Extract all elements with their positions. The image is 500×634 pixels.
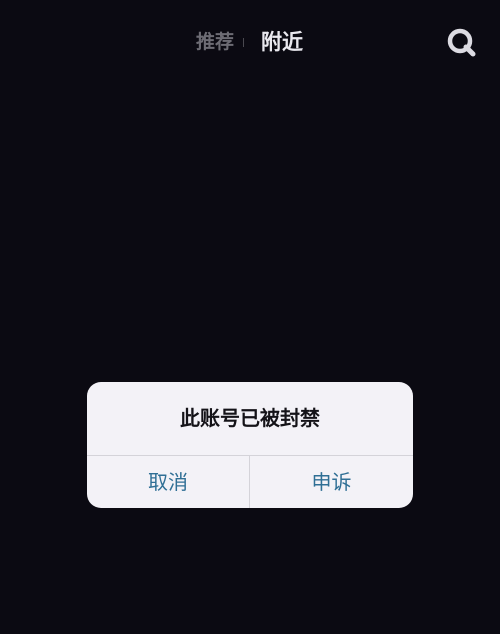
tab-recommend[interactable]: 推荐 — [196, 26, 234, 58]
app-screen: 推荐 附近 此账号已被封禁 取消 申诉 — [0, 0, 500, 634]
search-button[interactable] — [446, 27, 476, 57]
tab-divider — [243, 38, 244, 47]
account-banned-dialog: 此账号已被封禁 取消 申诉 — [87, 382, 413, 508]
dialog-message: 此账号已被封禁 — [180, 406, 320, 430]
tab-nearby[interactable]: 附近 — [261, 26, 303, 58]
top-nav: 推荐 附近 — [0, 26, 500, 58]
cancel-button[interactable]: 取消 — [87, 456, 249, 508]
search-icon — [447, 28, 476, 57]
appeal-button[interactable]: 申诉 — [250, 456, 413, 508]
